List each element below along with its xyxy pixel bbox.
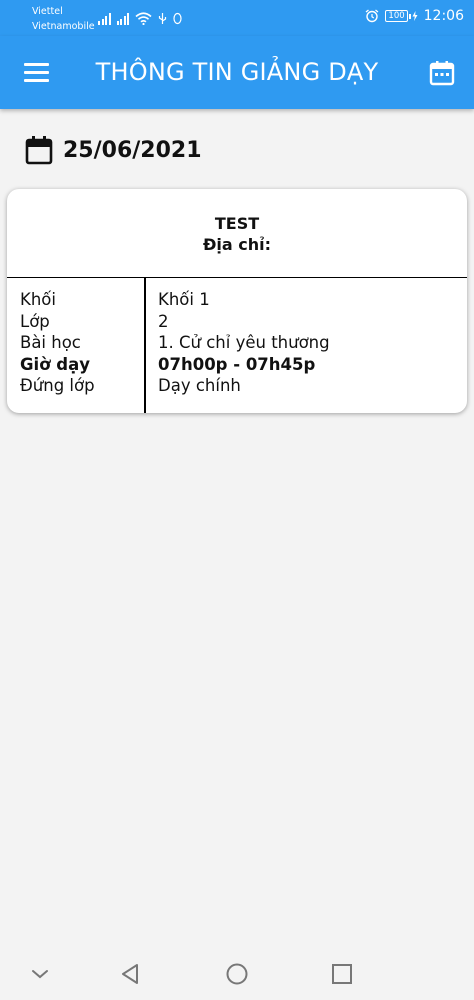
usb-icon: [158, 13, 167, 24]
column-divider: [144, 278, 146, 413]
value-column: Khối 1 2 1. Cử chỉ yêu thương 07h00p - 0…: [158, 289, 330, 397]
status-right: 100 12:06: [365, 8, 464, 24]
class-name: TEST: [214, 214, 260, 233]
back-triangle-icon[interactable]: [117, 960, 145, 988]
carrier-info: Viettel Vietnamobile: [32, 4, 95, 34]
alarm-icon: [366, 9, 379, 23]
date-selector[interactable]: 25/06/2021: [25, 134, 202, 166]
label-class: Lớp: [20, 311, 50, 331]
chevron-down-icon[interactable]: [26, 960, 54, 988]
card-body: Khối Lớp Bài học Giờ dạy Đứng lớp Khối 1…: [7, 278, 467, 413]
calendar-icon: [25, 136, 53, 165]
value-role: Dạy chính: [158, 376, 241, 395]
status-bar: Viettel Vietnamobile 100 12:06: [0, 0, 474, 36]
system-nav-bar: [0, 948, 474, 1000]
status-icons: [98, 11, 182, 25]
carrier-name-1: Viettel: [32, 6, 63, 17]
battery-icon: 100: [385, 10, 418, 22]
page-title: THÔNG TIN GIẢNG DẠY: [95, 58, 379, 86]
home-circle-icon[interactable]: [223, 960, 251, 988]
recents-square-icon[interactable]: [328, 960, 356, 988]
hamburger-menu-icon[interactable]: [24, 63, 50, 83]
label-column: Khối Lớp Bài học Giờ dạy Đứng lớp: [20, 289, 95, 397]
battery-level: 100: [385, 10, 408, 22]
label-time: Giờ dạy: [20, 354, 90, 374]
value-class: 2: [158, 311, 169, 331]
carrier-name-2: Vietnamobile: [32, 21, 95, 32]
label-lesson: Bài học: [20, 333, 81, 352]
data-saver-icon: [173, 12, 182, 25]
card-header: TEST Địa chỉ:: [7, 189, 467, 278]
selected-date: 25/06/2021: [63, 137, 202, 163]
signal-icon-2: [116, 13, 129, 25]
app-bar: THÔNG TIN GIẢNG DẠY: [0, 36, 474, 109]
value-time: 07h00p - 07h45p: [158, 354, 316, 374]
label-grade: Khối: [20, 290, 56, 309]
wifi-icon: [135, 12, 152, 25]
schedule-card[interactable]: TEST Địa chỉ: Khối Lớp Bài học Giờ dạy Đ…: [7, 189, 467, 413]
clock: 12:06: [423, 8, 464, 24]
calendar-icon[interactable]: [429, 60, 455, 86]
value-lesson: 1. Cử chỉ yêu thương: [158, 333, 330, 352]
value-grade: Khối 1: [158, 290, 210, 309]
signal-icon: [98, 13, 111, 25]
address-label: Địa chỉ:: [202, 235, 271, 254]
label-role: Đứng lớp: [20, 376, 95, 395]
